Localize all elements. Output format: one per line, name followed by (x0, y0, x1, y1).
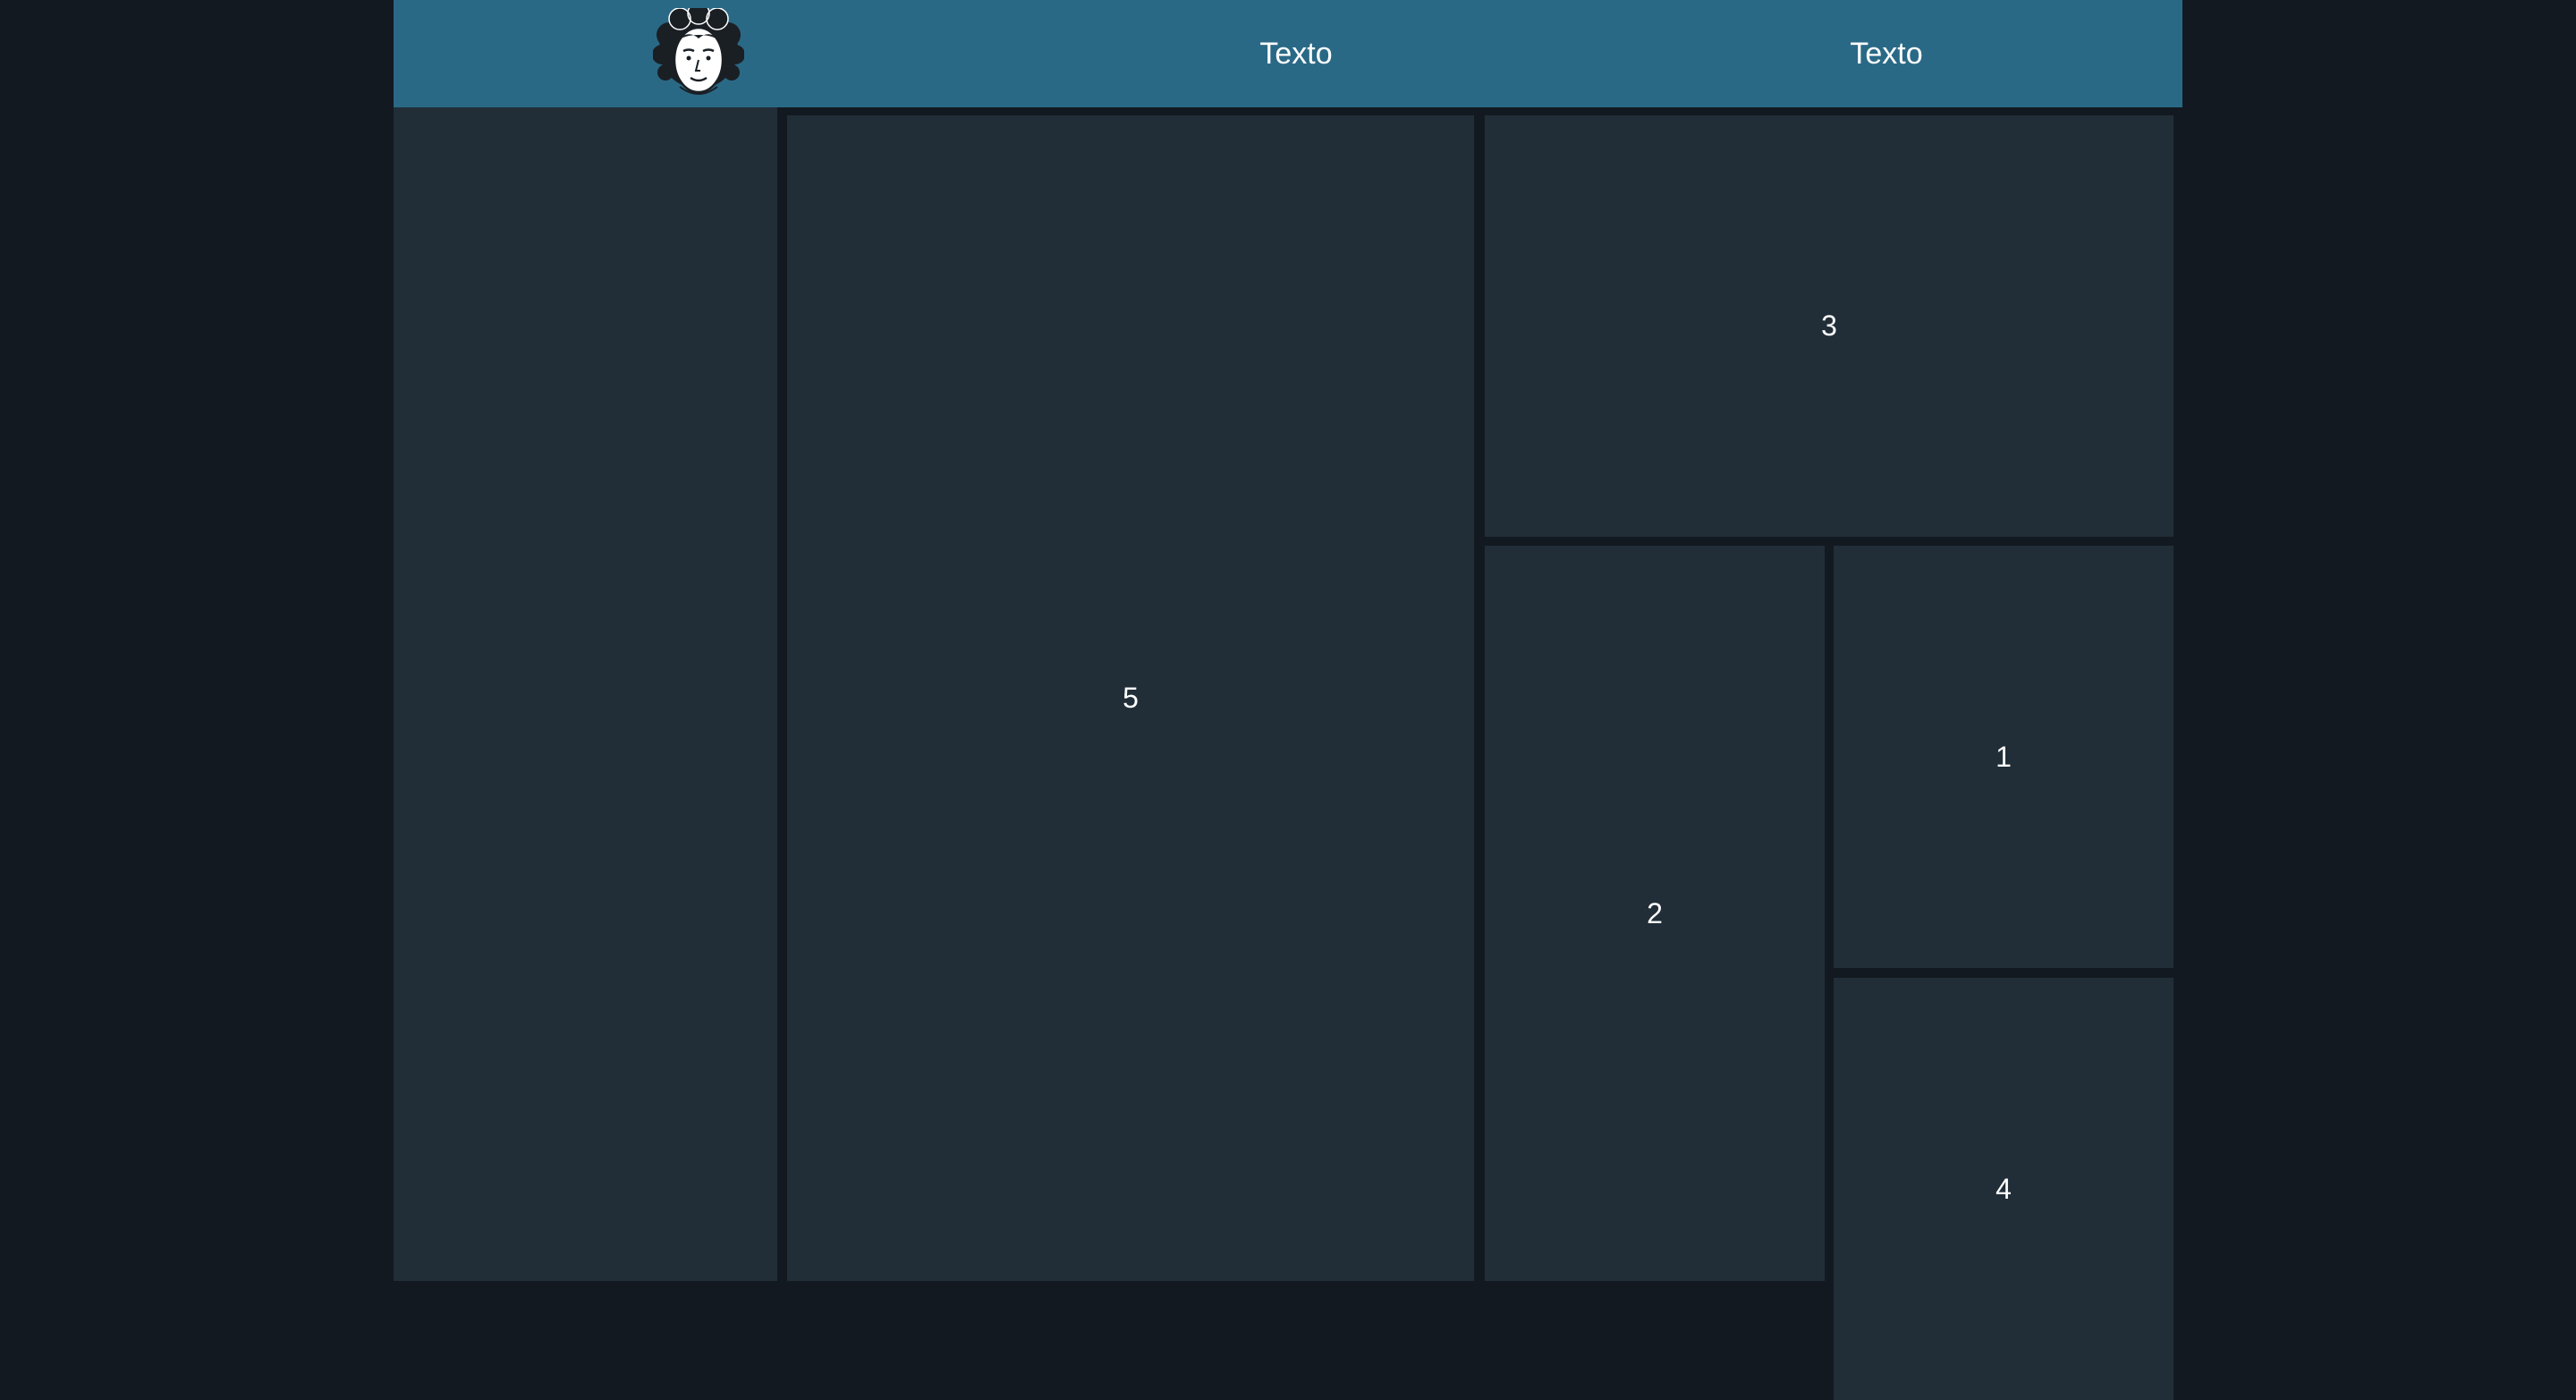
grid-box-1: 1 (1834, 546, 2174, 968)
avatar[interactable] (652, 2, 745, 99)
grid-box-3: 3 (1485, 115, 2174, 537)
curly-hair-face-icon (652, 2, 745, 95)
header-bar: Texto Texto (394, 0, 2182, 107)
grid-box-2: 2 (1485, 546, 1825, 1281)
grid-box-3-label: 3 (1821, 310, 1837, 342)
nav-link-2[interactable]: Texto (1797, 32, 1976, 75)
grid-box-5-label: 5 (1123, 682, 1139, 714)
page: Texto Texto 5 3 2 1 4 (394, 0, 2182, 1400)
grid-box-2-label: 2 (1647, 896, 1663, 929)
sidebar (394, 107, 777, 1281)
nav-link-1[interactable]: Texto (1207, 32, 1385, 75)
grid-box-5: 5 (787, 115, 1474, 1281)
grid-box-4-label: 4 (1996, 1172, 2012, 1205)
grid-box-1-label: 1 (1996, 740, 2012, 773)
grid-box-4: 4 (1834, 978, 2174, 1400)
